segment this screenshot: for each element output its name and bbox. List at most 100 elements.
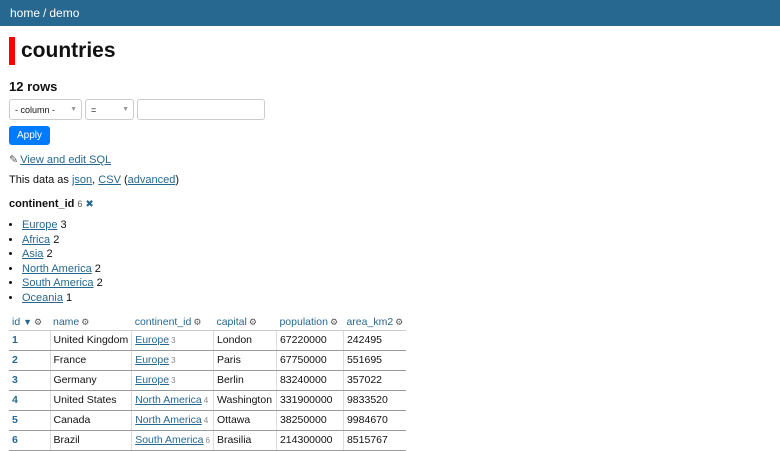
population-cell: 67750000: [275, 350, 344, 371]
close-icon[interactable]: ✖: [85, 199, 93, 210]
area-cell: 357022: [342, 370, 407, 391]
facet-header: continent_id 6 ✖: [9, 198, 771, 210]
view-edit-sql-link[interactable]: View and edit SQL: [20, 154, 111, 166]
column-header-population[interactable]: population ⚙: [276, 313, 344, 331]
export-prefix: This data as: [9, 174, 69, 186]
export-csv-link[interactable]: CSV: [98, 174, 121, 186]
row-link[interactable]: 3: [12, 374, 18, 386]
column-header-name[interactable]: name ⚙: [50, 313, 132, 331]
continent-id: 3: [171, 376, 176, 386]
row-link[interactable]: 5: [12, 414, 18, 426]
table-row: 4 United States North America 4 Washingto…: [9, 390, 407, 411]
apply-button[interactable]: Apply: [9, 126, 51, 145]
gear-icon[interactable]: ⚙: [395, 317, 403, 327]
area-cell: 9833520: [342, 390, 407, 411]
capital-cell: Paris: [212, 350, 277, 371]
column-header-capital[interactable]: capital ⚙: [213, 313, 277, 331]
rows-table: id ▼ ⚙ name ⚙ continent_id ⚙ capital ⚙ popul…: [9, 313, 407, 451]
gear-icon[interactable]: ⚙: [81, 317, 89, 327]
table-row: 1 United Kingdom Europe 3 London 67220000…: [9, 330, 407, 351]
id-cell: 6: [9, 430, 50, 451]
facet-item-count: 1: [66, 291, 73, 304]
facet-item-link[interactable]: Asia: [22, 248, 43, 260]
continent-link[interactable]: North America: [135, 394, 202, 406]
table-header-row: id ▼ ⚙ name ⚙ continent_id ⚙ capital ⚙ popul…: [9, 313, 407, 331]
breadcrumb-home-link[interactable]: home: [10, 6, 40, 20]
facet-item: Europe 3: [22, 218, 771, 233]
page-title-row: countries: [9, 36, 771, 66]
continent-cell: North America 4: [131, 390, 214, 411]
facet-item-link[interactable]: North America: [22, 263, 92, 275]
main-content: countries 12 rows - column - ▼ = ▼ Apply…: [0, 36, 780, 451]
sort-descending-icon: ▼: [23, 316, 33, 327]
facet-item-link[interactable]: Europe: [22, 219, 57, 231]
chevron-down-icon: ▼: [122, 106, 129, 113]
table-color-marker: [9, 37, 15, 65]
continent-link[interactable]: Europe: [135, 354, 169, 366]
population-cell: 331900000: [275, 390, 344, 411]
facet-item-link[interactable]: Oceania: [22, 292, 63, 304]
column-header-continent-id[interactable]: continent_id ⚙: [131, 313, 214, 331]
continent-cell: Europe 3: [131, 330, 214, 351]
continent-link[interactable]: Europe: [135, 374, 169, 386]
row-link[interactable]: 2: [12, 354, 18, 366]
filter-value-input[interactable]: [137, 99, 265, 120]
name-cell: Germany: [49, 370, 132, 391]
name-cell: France: [49, 350, 132, 371]
continent-id: 6: [205, 436, 210, 446]
column-header-id[interactable]: id ▼ ⚙: [9, 313, 50, 331]
table-row: 6 Brazil South America 6 Brasilia 2143000…: [9, 430, 407, 451]
export-line: This data as json, CSV (advanced): [9, 174, 771, 186]
population-cell: 67220000: [275, 330, 344, 351]
name-cell: United Kingdom: [49, 330, 132, 351]
id-cell: 1: [9, 330, 50, 351]
name-cell: Canada: [49, 410, 132, 431]
continent-link[interactable]: Europe: [135, 334, 169, 346]
page-title: countries: [21, 39, 116, 62]
column-header-label: capital: [216, 315, 247, 328]
row-link[interactable]: 1: [12, 334, 18, 346]
facet-item: Africa 2: [22, 233, 771, 248]
export-comma: ,: [92, 174, 96, 186]
facet-item: South America 2: [22, 276, 771, 291]
chevron-down-icon: ▼: [70, 106, 77, 113]
facet-item: Asia 2: [22, 247, 771, 262]
continent-cell: Europe 3: [131, 350, 214, 371]
capital-cell: London: [212, 330, 277, 351]
column-header-area[interactable]: area_km2 ⚙: [343, 313, 407, 331]
facet-item: Oceania 1: [22, 291, 771, 306]
filter-row: - column - ▼ = ▼: [9, 99, 771, 120]
facet-item-link[interactable]: South America: [22, 277, 94, 289]
continent-link[interactable]: South America: [135, 434, 203, 446]
facet-name: continent_id: [9, 198, 75, 210]
area-cell: 9984670: [342, 410, 407, 431]
population-cell: 38250000: [275, 410, 344, 431]
facet-item-count: 2: [94, 262, 101, 275]
breadcrumb-database-link[interactable]: demo: [49, 6, 79, 20]
gear-icon[interactable]: ⚙: [330, 317, 338, 327]
continent-link[interactable]: North America: [135, 414, 202, 426]
breadcrumb-separator: /: [43, 6, 47, 20]
facet-item-count: 2: [53, 233, 60, 246]
operator-select-value: =: [91, 104, 97, 115]
export-advanced-link[interactable]: advanced: [128, 174, 176, 186]
column-select-value: - column -: [15, 104, 56, 115]
column-select[interactable]: - column - ▼: [9, 99, 82, 120]
sql-line: ✎ View and edit SQL: [9, 153, 771, 166]
id-cell: 2: [9, 350, 50, 371]
gear-icon[interactable]: ⚙: [193, 317, 201, 327]
operator-select[interactable]: = ▼: [85, 99, 134, 120]
facet-item-link[interactable]: Africa: [22, 234, 50, 246]
export-json-link[interactable]: json: [72, 174, 92, 186]
gear-icon[interactable]: ⚙: [34, 317, 42, 327]
row-link[interactable]: 6: [12, 434, 18, 446]
table-row: 3 Germany Europe 3 Berlin 83240000 357022: [9, 370, 407, 391]
area-cell: 551695: [342, 350, 407, 371]
id-cell: 5: [9, 410, 50, 431]
gear-icon[interactable]: ⚙: [249, 317, 257, 327]
export-paren-close: ): [175, 174, 180, 186]
row-link[interactable]: 4: [12, 394, 18, 406]
capital-cell: Ottawa: [212, 410, 277, 431]
capital-cell: Washington: [212, 390, 277, 411]
facet-item-count: 2: [46, 248, 53, 261]
